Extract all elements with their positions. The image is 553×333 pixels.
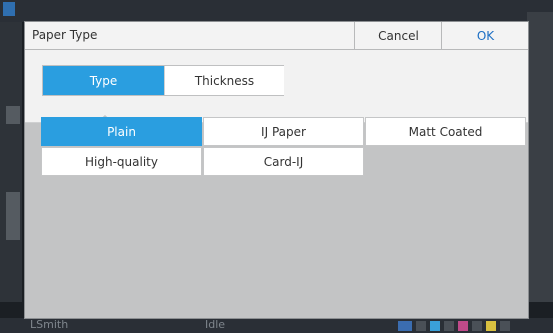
ok-button[interactable]: OK — [441, 22, 529, 49]
option-card-ij[interactable]: Card-IJ — [203, 147, 364, 176]
option-ij-paper[interactable]: IJ Paper — [203, 117, 364, 146]
tab-thickness[interactable]: Thickness — [164, 66, 284, 95]
status-icon — [430, 321, 440, 331]
status-state: Idle — [205, 318, 226, 331]
dialog-header: Paper Type Cancel OK — [25, 22, 528, 50]
status-icon — [486, 321, 496, 331]
tab-bar: Type Thickness — [42, 65, 284, 96]
paper-type-dialog: Paper Type Cancel OK Type Thickness Plai… — [24, 21, 529, 319]
background-control — [6, 106, 20, 124]
app-icon — [3, 2, 15, 16]
background-right-panel — [527, 12, 553, 302]
background-left-panel — [0, 22, 22, 302]
background-top-bar — [0, 0, 553, 22]
status-icons — [398, 321, 548, 331]
status-bar: LSmith Idle — [0, 318, 553, 333]
status-icon — [444, 321, 454, 331]
status-icon — [398, 321, 412, 331]
option-plain[interactable]: Plain — [41, 117, 202, 146]
status-icon — [416, 321, 426, 331]
cancel-button[interactable]: Cancel — [354, 22, 442, 49]
status-icon — [458, 321, 468, 331]
tab-type[interactable]: Type — [43, 66, 164, 95]
option-high-quality[interactable]: High-quality — [41, 147, 202, 176]
paper-type-options: Plain IJ Paper Matt Coated High-quality … — [41, 117, 527, 179]
status-icon — [472, 321, 482, 331]
background-control — [6, 192, 20, 240]
option-matt-coated[interactable]: Matt Coated — [365, 117, 526, 146]
tab-area: Type Thickness — [25, 50, 528, 123]
status-icon — [500, 321, 510, 331]
dialog-title: Paper Type — [32, 28, 98, 42]
status-user: LSmith — [30, 318, 69, 331]
